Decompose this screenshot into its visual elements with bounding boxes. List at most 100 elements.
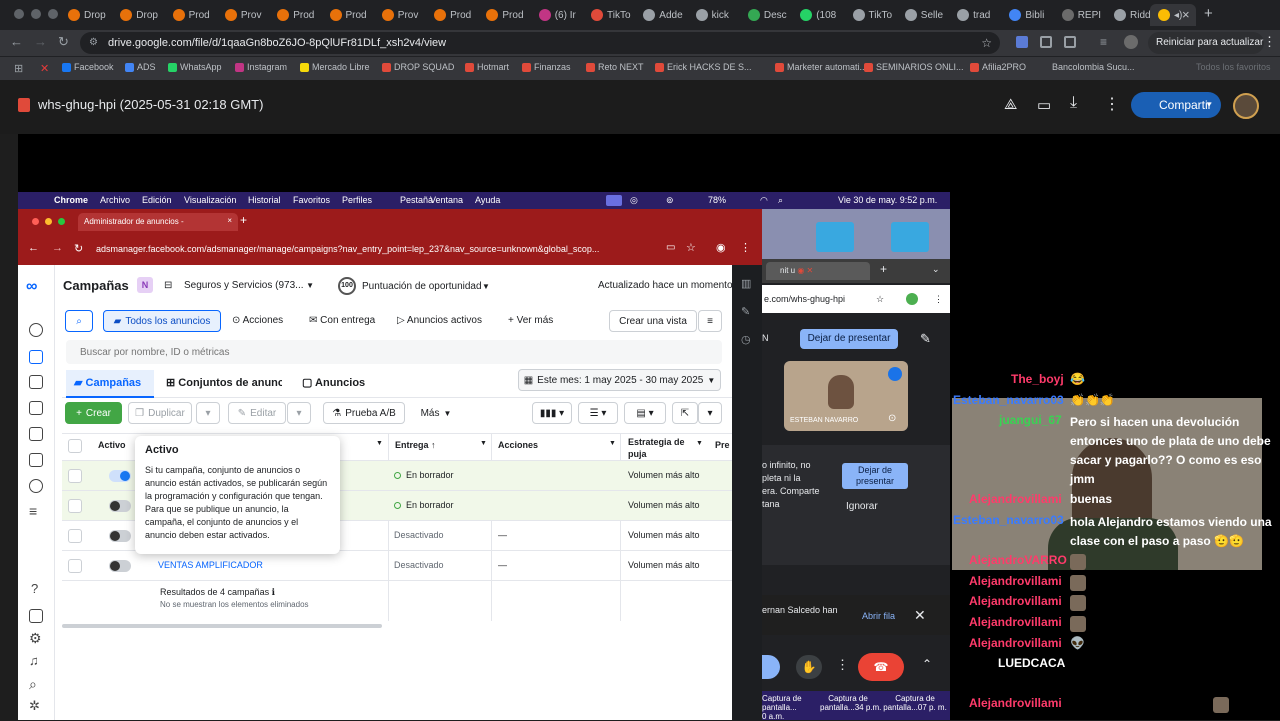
wifi-icon[interactable]: ◠: [760, 195, 768, 206]
window-minimize-control[interactable]: [45, 218, 52, 225]
select-all-checkbox[interactable]: [68, 439, 82, 453]
forward-arrow-icon[interactable]: →: [34, 34, 47, 49]
breakdown-button[interactable]: ☰ ▾: [578, 402, 618, 424]
meet-address-bar[interactable]: e.com/whs-ghug-hpi ☆ ⋮: [762, 285, 950, 313]
edit-dropdown[interactable]: ▾: [287, 402, 311, 424]
column-bid-strategy[interactable]: Estrategia de puja: [628, 436, 698, 460]
browser-menu-icon[interactable]: ⋮: [1263, 34, 1276, 50]
add-to-drive-icon[interactable]: ⟁: [1004, 96, 1017, 113]
close-tab-icon[interactable]: ×: [1182, 7, 1190, 22]
status-icon[interactable]: ◎: [630, 195, 638, 206]
sort-chevron-icon[interactable]: ▼: [376, 440, 383, 447]
mac-clock[interactable]: Vie 30 de may. 9:52 p.m.: [838, 195, 937, 205]
browser-tab[interactable]: kick: [688, 4, 740, 26]
column-delivery[interactable]: Entrega ↑: [395, 440, 436, 450]
active-toggle[interactable]: [109, 470, 131, 482]
reports-icon[interactable]: [29, 375, 43, 389]
reload-icon[interactable]: ↻: [58, 34, 69, 50]
status-icon[interactable]: ⊚: [666, 195, 674, 206]
bookmark-link[interactable]: SEMINARIOS ONLI...: [864, 62, 964, 72]
browser-tab[interactable]: Prod: [165, 4, 217, 26]
profile-avatar[interactable]: [1124, 35, 1138, 49]
filter-active-ads[interactable]: ▷ Anuncios activos: [397, 315, 482, 326]
browser-tab[interactable]: Adde: [635, 4, 687, 26]
opportunity-score-badge[interactable]: 100: [338, 277, 356, 295]
reload-icon[interactable]: ↻: [74, 242, 83, 255]
browser-tab[interactable]: Selle: [897, 4, 949, 26]
site-info-icon[interactable]: ⚙: [89, 32, 98, 54]
mac-menu-item[interactable]: Visualización: [184, 195, 236, 205]
more-options-icon[interactable]: ⋮: [836, 657, 849, 673]
notes-icon[interactable]: [29, 609, 43, 623]
column-pre[interactable]: Pre: [715, 440, 730, 450]
horizontal-scrollbar[interactable]: [62, 624, 382, 628]
info-icon[interactable]: ℹ: [272, 587, 275, 597]
filter-all-ads[interactable]: ▰ Todos los anuncios: [103, 310, 221, 332]
mac-menu-item[interactable]: Edición: [142, 195, 172, 205]
settings-gear-icon[interactable]: ⚙: [29, 630, 42, 647]
window-minimize-control[interactable]: [31, 9, 41, 19]
reports-button[interactable]: ▤ ▾: [624, 402, 666, 424]
edit-button[interactable]: ✎ Editar: [228, 402, 286, 424]
active-toggle[interactable]: [109, 560, 131, 572]
help-icon[interactable]: ?: [31, 581, 38, 596]
new-tab-button[interactable]: +: [880, 262, 887, 276]
share-button[interactable]: Compartir ▼: [1131, 92, 1221, 118]
bookmark-link[interactable]: Hotmart: [465, 62, 509, 72]
stop-presenting-button[interactable]: Dejar de presentar: [800, 329, 898, 349]
chevron-down-icon[interactable]: ▼: [482, 282, 490, 291]
history-icon[interactable]: ◷: [741, 333, 751, 346]
mac-menu-item[interactable]: Ventana: [430, 195, 463, 205]
tab-ads[interactable]: ▢ Anuncios: [302, 376, 365, 389]
profile-icon[interactable]: [906, 293, 918, 305]
campaign-name[interactable]: VENTAS AMPLIFICADOR: [158, 560, 263, 570]
extension-icon[interactable]: [1040, 36, 1052, 48]
extension-icon[interactable]: [1016, 36, 1028, 48]
billing-icon[interactable]: [29, 427, 43, 441]
battery-level[interactable]: 78%: [708, 195, 726, 205]
chevron-down-icon[interactable]: ⌄: [932, 264, 940, 275]
column-active[interactable]: Activo: [98, 440, 126, 450]
screenshot-file[interactable]: Captura de pantalla...07 p. m.: [882, 694, 948, 712]
active-toggle[interactable]: [109, 530, 131, 542]
create-view-button[interactable]: Crear una vista: [609, 310, 697, 332]
active-toggle[interactable]: [109, 500, 131, 512]
row-checkbox[interactable]: [68, 529, 82, 543]
create-button[interactable]: + Crear: [65, 402, 122, 424]
search-button[interactable]: ⌕: [65, 310, 93, 332]
restart-to-update-button[interactable]: Reiniciar para actualizar: [1148, 32, 1264, 54]
bookmark-link[interactable]: WhatsApp: [168, 62, 222, 72]
new-tab-button[interactable]: +: [1204, 5, 1213, 22]
browser-tab[interactable]: Drop: [60, 4, 112, 26]
address-bar[interactable]: ⚙ drive.google.com/file/d/1qaaGn8boZ6JO-…: [80, 32, 1000, 54]
download-icon[interactable]: ⤓: [1070, 94, 1077, 112]
date-range-picker[interactable]: ▦ Este mes: 1 may 2025 - 30 may 2025 ▼: [518, 369, 721, 391]
browser-menu-icon[interactable]: ⋮: [740, 241, 751, 254]
bookmark-link[interactable]: Facebook: [62, 62, 114, 72]
chevron-up-icon[interactable]: ⌃: [922, 657, 932, 671]
browser-tab[interactable]: (6) Ir: [531, 4, 583, 26]
extensions-puzzle-icon[interactable]: [1064, 36, 1076, 48]
ab-test-button[interactable]: ⚗ Prueba A/B: [323, 402, 405, 424]
open-queue-link[interactable]: Abrir fila: [862, 611, 895, 621]
search-icon[interactable]: ⌕: [778, 195, 783, 206]
mac-menu-item[interactable]: Chrome: [54, 195, 88, 205]
bookmark-link[interactable]: Instagram: [235, 62, 287, 72]
browser-tab[interactable]: Bibli: [1001, 4, 1053, 26]
bookmark-link[interactable]: Marketer automati...: [775, 62, 867, 72]
pencil-icon[interactable]: ✎: [920, 331, 931, 347]
bookmark-link[interactable]: Erick HACKS DE S...: [655, 62, 752, 72]
tab-campaigns[interactable]: ▰ Campañas: [66, 370, 154, 398]
more-button[interactable]: Más ▼: [412, 402, 460, 424]
row-checkbox[interactable]: [68, 469, 82, 483]
browser-tab[interactable]: TikTo: [583, 4, 635, 26]
close-tab-icon[interactable]: ×: [227, 216, 232, 225]
screen-share-icon[interactable]: [606, 195, 622, 206]
all-bookmarks-link[interactable]: Todos los favoritos: [1196, 62, 1271, 72]
filter-see-more[interactable]: + Ver más: [508, 315, 553, 326]
mac-menu-item[interactable]: Favoritos: [293, 195, 330, 205]
export-button[interactable]: ⇱: [672, 402, 698, 424]
browser-tab[interactable]: Prov: [374, 4, 426, 26]
self-view-tile[interactable]: ESTEBAN NAVARRO ⊙: [784, 361, 908, 431]
bookmark-link[interactable]: ADS: [125, 62, 156, 72]
